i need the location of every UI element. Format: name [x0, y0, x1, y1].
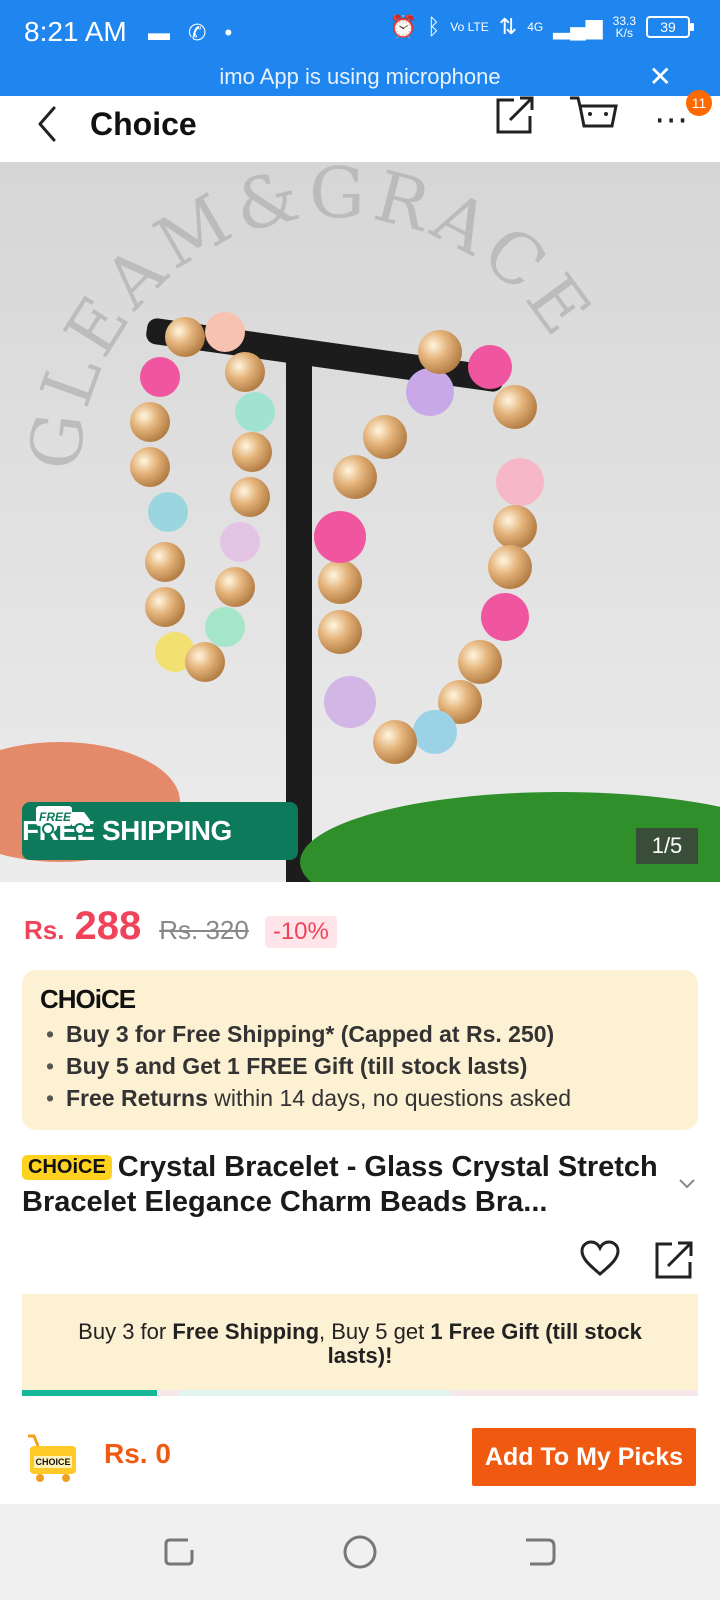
battery-icon: 39 — [646, 16, 694, 38]
message-icon: ▬ — [148, 20, 170, 45]
progress-fill — [22, 1390, 158, 1396]
volte-indicator: Vo LTE — [450, 20, 489, 34]
choice-badge: CHOiCE — [22, 1155, 112, 1180]
promo-progress — [22, 1390, 698, 1396]
mic-banner-text[interactable]: imo App is using microphone — [0, 64, 720, 90]
status-time: 8:21 AM — [24, 16, 127, 47]
home-icon[interactable] — [340, 1532, 380, 1572]
free-mark: FREE — [39, 810, 72, 824]
product-title-text: Crystal Bracelet - Glass Crystal Stretch… — [22, 1151, 658, 1218]
promo-text: Buy 3 for Free Shipping, Buy 5 get 1 Fre… — [78, 1319, 642, 1368]
product-image-gallery[interactable]: GLEAM&GRACE FREE FREE SHIPPING 1/5 — [0, 162, 720, 882]
original-price: Rs. 320 — [159, 915, 249, 945]
heart-icon[interactable] — [580, 1240, 620, 1276]
free-shipping-badge: FREE FREE SHIPPING — [22, 802, 298, 860]
price-row: Rs. 288 Rs. 320 -10% — [24, 904, 337, 949]
system-nav-bar — [0, 1504, 720, 1600]
benefit-item: • Buy 5 and Get 1 FREE Gift (till stock l… — [46, 1053, 528, 1079]
product-title[interactable]: CHOiCE Crystal Bracelet - Glass Crystal S… — [22, 1150, 672, 1220]
recent-apps-icon[interactable] — [160, 1532, 200, 1572]
share-icon[interactable] — [654, 1240, 694, 1280]
choice-benefits-card[interactable]: CHOiCE • Buy 3 for Free Shipping* (Capped… — [22, 970, 698, 1130]
network-speed-unit: K/s — [615, 26, 633, 40]
bluetooth-icon: ᛒ — [427, 14, 441, 39]
promo-banner[interactable]: Buy 3 for Free Shipping, Buy 5 get 1 Fre… — [22, 1294, 698, 1392]
alarm-icon: ⏰ — [389, 14, 418, 39]
page-title: Choice — [90, 106, 197, 142]
app-bar: Choice ⋯ 11 — [0, 90, 720, 162]
back-arrow-icon[interactable] — [30, 104, 66, 144]
back-nav-icon[interactable] — [520, 1532, 560, 1572]
picks-total: Rs. 0 — [104, 1438, 171, 1469]
choice-cart-label: CHOICE — [35, 1457, 70, 1467]
product-image: GLEAM&GRACE — [0, 162, 720, 882]
dot-icon: • — [224, 20, 233, 45]
price-currency: Rs. — [24, 915, 65, 945]
price-value: 288 — [74, 904, 142, 948]
truck-icon: FREE — [36, 806, 90, 835]
more-icon[interactable]: ⋯ — [654, 100, 690, 140]
signal-icon: ▂▄▆ — [553, 14, 603, 39]
choice-logo: CHOiCE — [40, 984, 136, 1014]
progress-segment — [180, 1390, 450, 1396]
network-type: 4G — [527, 20, 544, 34]
status-bar: 8:21 AM ▬ ✆ • ⏰ ᛒ Vo LTE ⇅ 4G ▂▄▆ 33.3 K… — [0, 0, 720, 96]
phone-icon: ✆ — [188, 20, 207, 45]
status-left-icons: ▬ ✆ • — [148, 20, 232, 46]
chevron-down-icon[interactable] — [676, 1172, 698, 1194]
discount-badge: -10% — [264, 916, 337, 948]
choice-cart-icon[interactable]: CHOICE — [24, 1432, 80, 1484]
add-to-my-picks-button[interactable]: Add To My Picks — [472, 1428, 696, 1486]
image-counter: 1/5 — [636, 828, 698, 864]
close-icon[interactable]: ✕ — [649, 60, 672, 93]
share-icon[interactable] — [494, 96, 538, 136]
status-right-icons: ⏰ ᛒ Vo LTE ⇅ 4G ▂▄▆ 33.3 K/s 39 — [389, 14, 694, 40]
cart-badge: 11 — [686, 90, 712, 116]
benefits-list: • Buy 3 for Free Shipping* (Capped at Rs.… — [46, 1018, 571, 1114]
network-speed: 33.3 K/s — [613, 15, 636, 39]
data-arrows-icon: ⇅ — [498, 14, 518, 39]
benefit-item: • Free Returns within 14 days, no questio… — [46, 1085, 571, 1111]
action-bar: CHOICE Rs. 0 Add To My Picks — [0, 1410, 720, 1504]
cart-icon[interactable] — [568, 96, 622, 136]
benefit-item: • Buy 3 for Free Shipping* (Capped at Rs.… — [46, 1021, 555, 1047]
